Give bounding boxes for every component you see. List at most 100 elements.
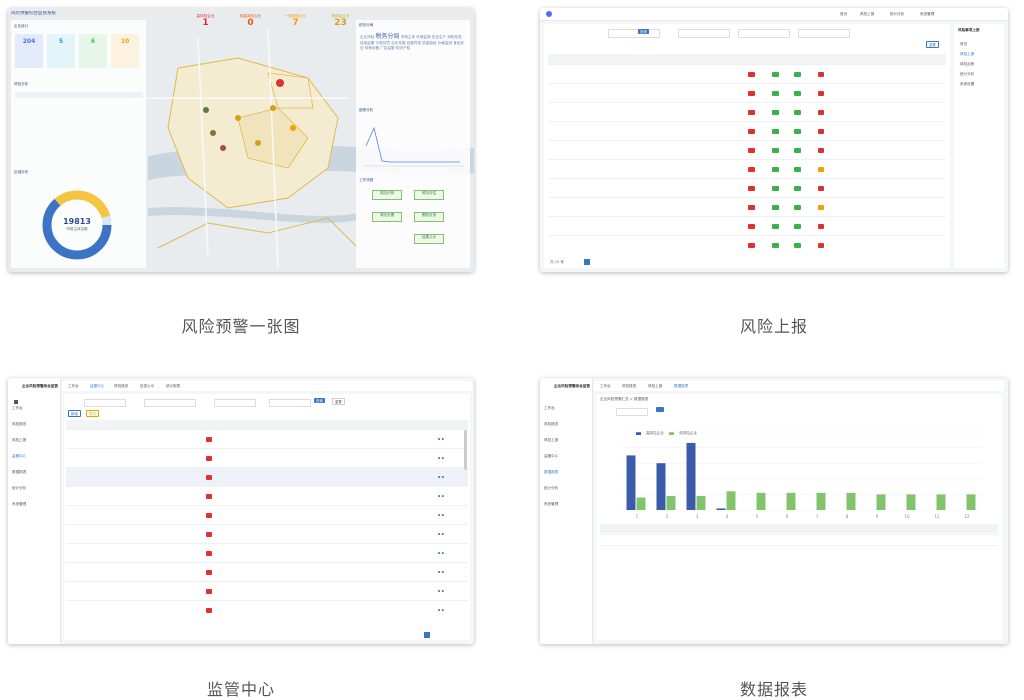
- nav-item[interactable]: 数据报表: [12, 470, 26, 474]
- top-link[interactable]: 系统管理: [920, 12, 934, 16]
- nav-home-icon[interactable]: [14, 400, 18, 404]
- table-row[interactable]: ▪ ▪: [66, 467, 468, 487]
- table-row[interactable]: ▪ ▪: [66, 429, 468, 449]
- query-button[interactable]: [656, 407, 665, 413]
- tab[interactable]: 风险上报: [648, 384, 662, 388]
- nav-item[interactable]: 统计分析: [12, 486, 26, 490]
- tab[interactable]: 数据报表: [674, 384, 688, 388]
- nav-item[interactable]: 风险核查: [12, 422, 26, 426]
- table-row[interactable]: [548, 235, 946, 255]
- status-badge: [206, 456, 213, 462]
- status-flag: [794, 110, 802, 116]
- nav-item[interactable]: 统计分析: [544, 486, 558, 490]
- table-row[interactable]: ▪ ▪: [66, 600, 468, 620]
- table-row[interactable]: [548, 178, 946, 198]
- nav-item[interactable]: 风险上报: [12, 438, 26, 442]
- alert-flag: [818, 72, 825, 78]
- nav-item[interactable]: 风险核查: [544, 422, 558, 426]
- table-row[interactable]: [548, 121, 946, 141]
- sidebar-item[interactable]: 首页: [960, 42, 967, 46]
- export-button[interactable]: 导出: [86, 410, 99, 418]
- table-row[interactable]: [548, 140, 946, 160]
- date-range[interactable]: [144, 399, 196, 407]
- table-row[interactable]: ▪ ▪: [66, 505, 468, 525]
- tab[interactable]: 信息公示: [140, 384, 154, 388]
- nav-item[interactable]: 系统管理: [544, 502, 558, 506]
- reset-button[interactable]: 重置: [332, 398, 345, 406]
- tab[interactable]: 统计报表: [166, 384, 180, 388]
- sidebar-item[interactable]: 风险上报: [960, 52, 974, 56]
- table-row[interactable]: ▪ ▪: [66, 543, 468, 563]
- risk-flag: [748, 224, 756, 230]
- row-actions[interactable]: ▪ ▪: [438, 589, 444, 593]
- app-title: 企业风险预警综合监管: [22, 384, 58, 388]
- status-flag: [794, 167, 802, 173]
- status-select[interactable]: [738, 29, 790, 38]
- add-button[interactable]: 新增: [68, 410, 81, 418]
- table-row[interactable]: [548, 83, 946, 103]
- row-actions[interactable]: ▪ ▪: [438, 532, 444, 536]
- tab[interactable]: 工作台: [600, 384, 611, 388]
- tag-item: 广告监管: [380, 46, 395, 51]
- bar-low-risk: [906, 494, 916, 510]
- nav-item[interactable]: 风险上报: [544, 438, 558, 442]
- row-actions[interactable]: ▪ ▪: [438, 475, 444, 479]
- table-row[interactable]: ▪ ▪: [66, 581, 468, 601]
- tag-item: 质量抽检: [422, 41, 437, 45]
- table-row[interactable]: ▪ ▪: [66, 486, 468, 506]
- table-row[interactable]: [548, 64, 946, 84]
- tab[interactable]: 工作台: [68, 384, 79, 388]
- row-actions[interactable]: ▪ ▪: [438, 608, 444, 612]
- page-current[interactable]: [424, 632, 430, 638]
- row-actions[interactable]: ▪ ▪: [438, 437, 444, 441]
- query-button[interactable]: 查询: [314, 398, 325, 404]
- year-select[interactable]: [616, 408, 648, 416]
- status-select[interactable]: [214, 399, 256, 407]
- top-link[interactable]: 统计分析: [890, 12, 904, 16]
- x-tick-label: 5: [756, 514, 759, 519]
- table-row[interactable]: [548, 102, 946, 122]
- reset-button[interactable]: 重置: [926, 41, 939, 49]
- nav-item[interactable]: 数据报表: [544, 470, 558, 474]
- scrollbar[interactable]: [464, 430, 467, 470]
- filter-input[interactable]: [84, 399, 126, 407]
- status-badge: [206, 513, 213, 519]
- tab[interactable]: 风险核查: [622, 384, 636, 388]
- nav-item[interactable]: 系统管理: [12, 502, 26, 506]
- nav-item[interactable]: 监管中心: [12, 454, 26, 458]
- table-row[interactable]: ▪ ▪: [66, 448, 468, 468]
- query-button[interactable]: 查询: [638, 29, 649, 35]
- row-actions[interactable]: ▪ ▪: [438, 513, 444, 517]
- sidebar-item[interactable]: 风险台账: [960, 62, 974, 66]
- sidebar-title: 风险事项上报: [958, 28, 980, 32]
- table-row[interactable]: [548, 197, 946, 217]
- x-tick-label: 12: [964, 514, 970, 519]
- table-row[interactable]: ▪ ▪: [66, 562, 468, 582]
- nav-item[interactable]: 监管中心: [544, 454, 558, 458]
- row-actions[interactable]: ▪ ▪: [438, 570, 444, 574]
- top-link[interactable]: 风险上报: [860, 12, 874, 16]
- date-input[interactable]: [678, 29, 730, 38]
- row-actions[interactable]: ▪ ▪: [438, 551, 444, 555]
- type-select[interactable]: [798, 29, 850, 38]
- nav-item[interactable]: 工作台: [544, 406, 555, 410]
- status-flag: [772, 91, 780, 97]
- status-flag: [794, 148, 802, 154]
- page-current[interactable]: [584, 259, 590, 265]
- status-flag: [772, 205, 780, 211]
- table-row[interactable]: ▪ ▪: [66, 524, 468, 544]
- tab[interactable]: 监管中心: [90, 384, 104, 388]
- name-input[interactable]: [269, 399, 311, 407]
- table-row[interactable]: [548, 216, 946, 236]
- top-link[interactable]: 首页: [840, 12, 847, 16]
- sidebar-item[interactable]: 系统设置: [960, 82, 974, 86]
- row-actions[interactable]: ▪ ▪: [438, 494, 444, 498]
- search-input[interactable]: [608, 29, 660, 38]
- sidebar-item[interactable]: 统计分析: [960, 72, 974, 76]
- table-row[interactable]: [548, 159, 946, 179]
- tabs-bar: 工作台 监管中心 风险核查 信息公示 统计报表: [62, 381, 472, 391]
- row-actions[interactable]: ▪ ▪: [438, 456, 444, 460]
- pagination[interactable]: 共 10 条: [550, 260, 564, 264]
- tab[interactable]: 风险核查: [114, 384, 128, 388]
- nav-item[interactable]: 工作台: [12, 406, 23, 410]
